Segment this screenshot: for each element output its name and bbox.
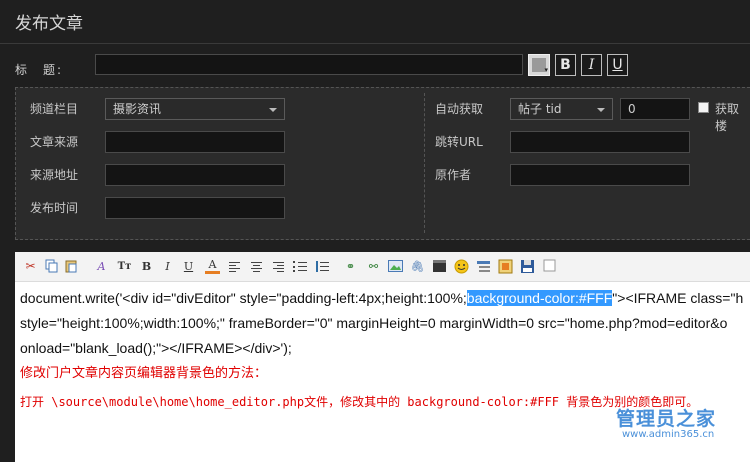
author-label: 原作者 [435,168,472,182]
watermark-name: 管理员之家 [616,408,717,430]
code-line-3: onload="blank_load();"></IFRAME></div>')… [20,340,292,356]
title-label: 标 题: [15,63,64,77]
auto-fetch-select[interactable]: 帖子 tid [510,98,613,120]
title-input[interactable] [95,54,523,75]
unordered-list-icon[interactable] [315,259,330,274]
meta-column-divider [424,93,425,233]
chevron-down-icon [269,108,277,112]
font-color-icon[interactable]: A [205,259,220,274]
redirect-url-input[interactable] [510,131,690,153]
quote-icon[interactable] [476,259,491,274]
watermark-logo: 管理员之家 www.admin365.cn [612,404,748,446]
source-url-label: 来源地址 [30,168,79,182]
code-line-2: style="height:100%;width:100%;" frameBor… [20,315,728,331]
emoticon-icon[interactable] [454,259,469,274]
title-color-picker-button[interactable]: ▾ [528,54,550,76]
unlink-icon[interactable]: ⚯ [366,259,381,274]
channel-select[interactable]: 摄影资讯 [105,98,285,120]
source-input[interactable] [105,131,285,153]
save-icon[interactable] [520,259,535,274]
title-divider [0,43,750,44]
bold-icon[interactable]: B [139,259,154,274]
chevron-down-icon: ▾ [544,66,548,74]
title-underline-button[interactable]: U [607,54,628,76]
image-icon[interactable] [388,259,403,274]
channel-select-value: 摄影资讯 [113,102,162,116]
video-icon[interactable] [432,259,447,274]
font-size-icon[interactable]: Tт [117,259,132,274]
attachment-icon[interactable]: 🖇 [410,259,425,274]
title-italic-button[interactable]: I [581,54,602,76]
auto-fetch-number-input[interactable]: 0 [620,98,690,120]
fetch-floor-checkbox[interactable] [698,102,709,113]
paste-icon[interactable] [63,259,78,274]
align-left-icon[interactable] [227,259,242,274]
align-right-icon[interactable] [271,259,286,274]
align-center-icon[interactable] [249,259,264,274]
font-family-icon[interactable]: A [94,259,109,274]
cut-icon[interactable]: ✂ [23,259,38,274]
source-url-input[interactable] [105,164,285,186]
editor-content[interactable]: document.write('<div id="divEditor" styl… [20,288,750,410]
insert-icon[interactable] [498,259,513,274]
publish-time-input[interactable] [105,197,285,219]
page-title: 发布文章 [15,14,83,34]
title-bold-button[interactable]: B [555,54,576,76]
code-line-1-before: document.write('<div id="divEditor" styl… [20,290,467,306]
author-input[interactable] [510,164,690,186]
code-line-1-after: "><IFRAME class="h [612,290,744,306]
auto-fetch-label: 自动获取 [435,102,484,116]
ordered-list-icon[interactable] [293,259,308,274]
auto-fetch-select-value: 帖子 tid [518,102,562,116]
code-line-1: document.write('<div id="divEditor" styl… [20,288,750,313]
editor-toolbar: ✂ A Tт B I U A ⚭ ⚯ 🖇 [15,252,750,282]
watermark-url: www.admin365.cn [622,429,715,440]
link-icon[interactable]: ⚭ [343,259,358,274]
copy-icon[interactable] [44,259,59,274]
selected-text: background-color:#FFF [466,290,613,306]
source-label: 文章来源 [30,135,79,149]
source-checkbox-icon[interactable] [542,259,557,274]
fetch-floor-label: 获取楼 [715,102,740,133]
underline-icon[interactable]: U [181,259,196,274]
instruction-heading: 修改门户文章内容页编辑器背景色的方法： [20,365,268,380]
publish-time-label: 发布时间 [30,201,79,215]
redirect-url-label: 跳转URL [435,135,483,149]
channel-label: 频道栏目 [30,102,79,116]
italic-icon[interactable]: I [160,259,175,274]
chevron-down-icon [597,108,605,112]
